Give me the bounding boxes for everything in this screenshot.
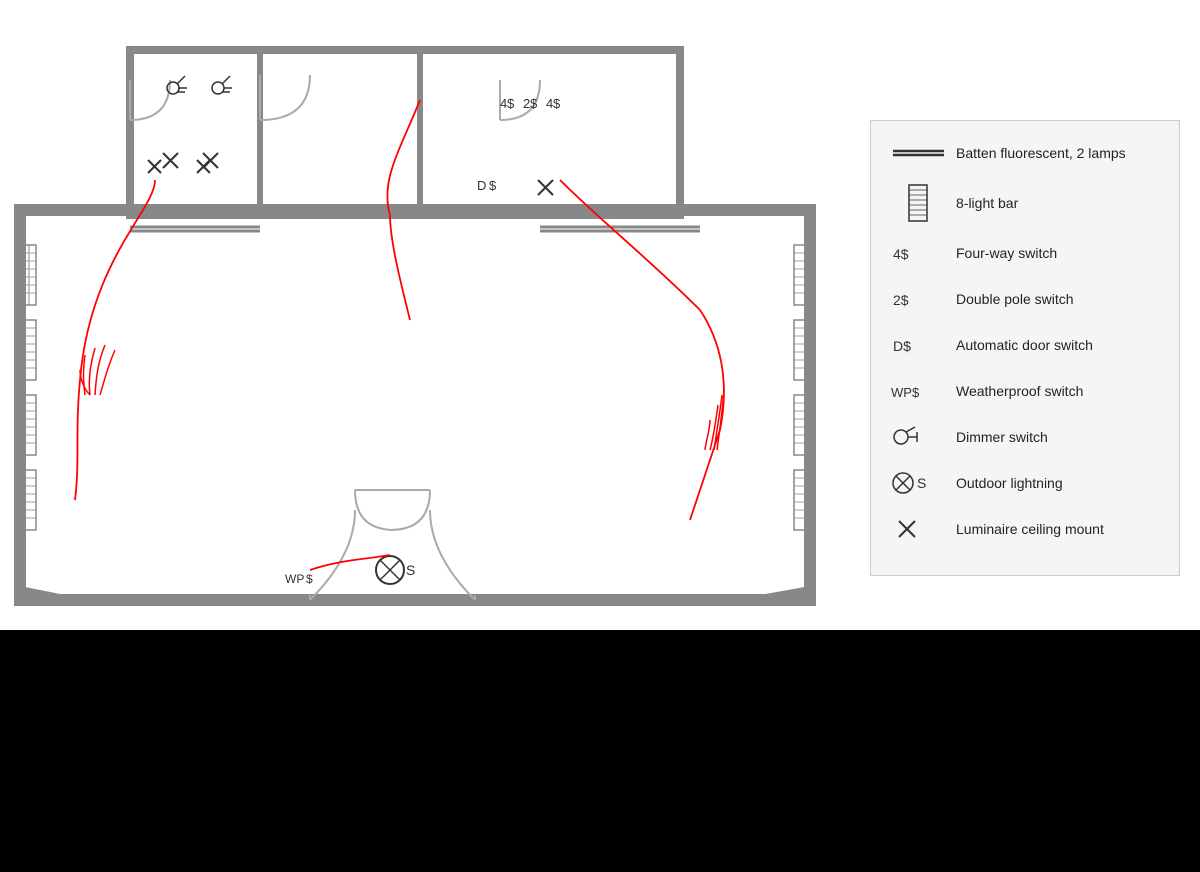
legend-label-luminaire: Luminaire ceiling mount [956, 520, 1104, 538]
svg-text:S: S [406, 562, 415, 578]
legend-label-lightbar: 8-light bar [956, 194, 1018, 212]
legend-item-dimmer: Dimmer switch [891, 421, 1159, 453]
legend-item-4s: 4$ Four-way switch [891, 237, 1159, 269]
svg-text:D$: D$ [893, 338, 911, 354]
legend-label-batten: Batten fluorescent, 2 lamps [956, 144, 1126, 162]
legend-label-outdoor: Outdoor lightning [956, 474, 1063, 492]
legend-item-ds: D$ Automatic door switch [891, 329, 1159, 361]
legend-symbol-4s: 4$ [891, 241, 956, 265]
legend-symbol-wps: WP$ [891, 379, 956, 403]
svg-text:D: D [477, 178, 486, 193]
legend-label-dimmer: Dimmer switch [956, 428, 1048, 446]
legend-label-ds: Automatic door switch [956, 336, 1093, 354]
legend-symbol-2s: 2$ [891, 287, 956, 311]
svg-text:$: $ [489, 178, 497, 193]
svg-text:4$: 4$ [893, 246, 909, 262]
main-area: 4 $ 2 $ 4 $ D $ WP $ S [0, 0, 1200, 630]
legend-symbol-lightbar [891, 183, 956, 223]
legend-item-batten: Batten fluorescent, 2 lamps [891, 137, 1159, 169]
legend-symbol-dimmer [891, 423, 956, 451]
svg-text:$: $ [553, 96, 561, 111]
legend-item-outdoor: S Outdoor lightning [891, 467, 1159, 499]
legend-item-wps: WP$ Weatherproof switch [891, 375, 1159, 407]
legend-item-luminaire: Luminaire ceiling mount [891, 513, 1159, 545]
legend-label-2s: Double pole switch [956, 290, 1074, 308]
legend-item-2s: 2$ Double pole switch [891, 283, 1159, 315]
legend-label-4s: Four-way switch [956, 244, 1057, 262]
legend-panel: Batten fluorescent, 2 lamps 8-light bar [870, 120, 1180, 576]
legend-symbol-batten [891, 145, 956, 161]
svg-text:WP: WP [285, 572, 304, 586]
svg-text:$: $ [306, 572, 313, 586]
legend-symbol-ds: D$ [891, 333, 956, 357]
floorplan: 4 $ 2 $ 4 $ D $ WP $ S [0, 0, 830, 630]
svg-text:WP$: WP$ [891, 385, 920, 400]
svg-text:$: $ [530, 96, 538, 111]
svg-text:S: S [917, 475, 926, 491]
svg-text:$: $ [507, 96, 515, 111]
legend-symbol-luminaire [891, 517, 956, 541]
legend-label-wps: Weatherproof switch [956, 382, 1083, 400]
black-area [0, 630, 1200, 872]
svg-text:2$: 2$ [893, 292, 909, 308]
legend-symbol-outdoor: S [891, 469, 956, 497]
legend-item-lightbar: 8-light bar [891, 183, 1159, 223]
